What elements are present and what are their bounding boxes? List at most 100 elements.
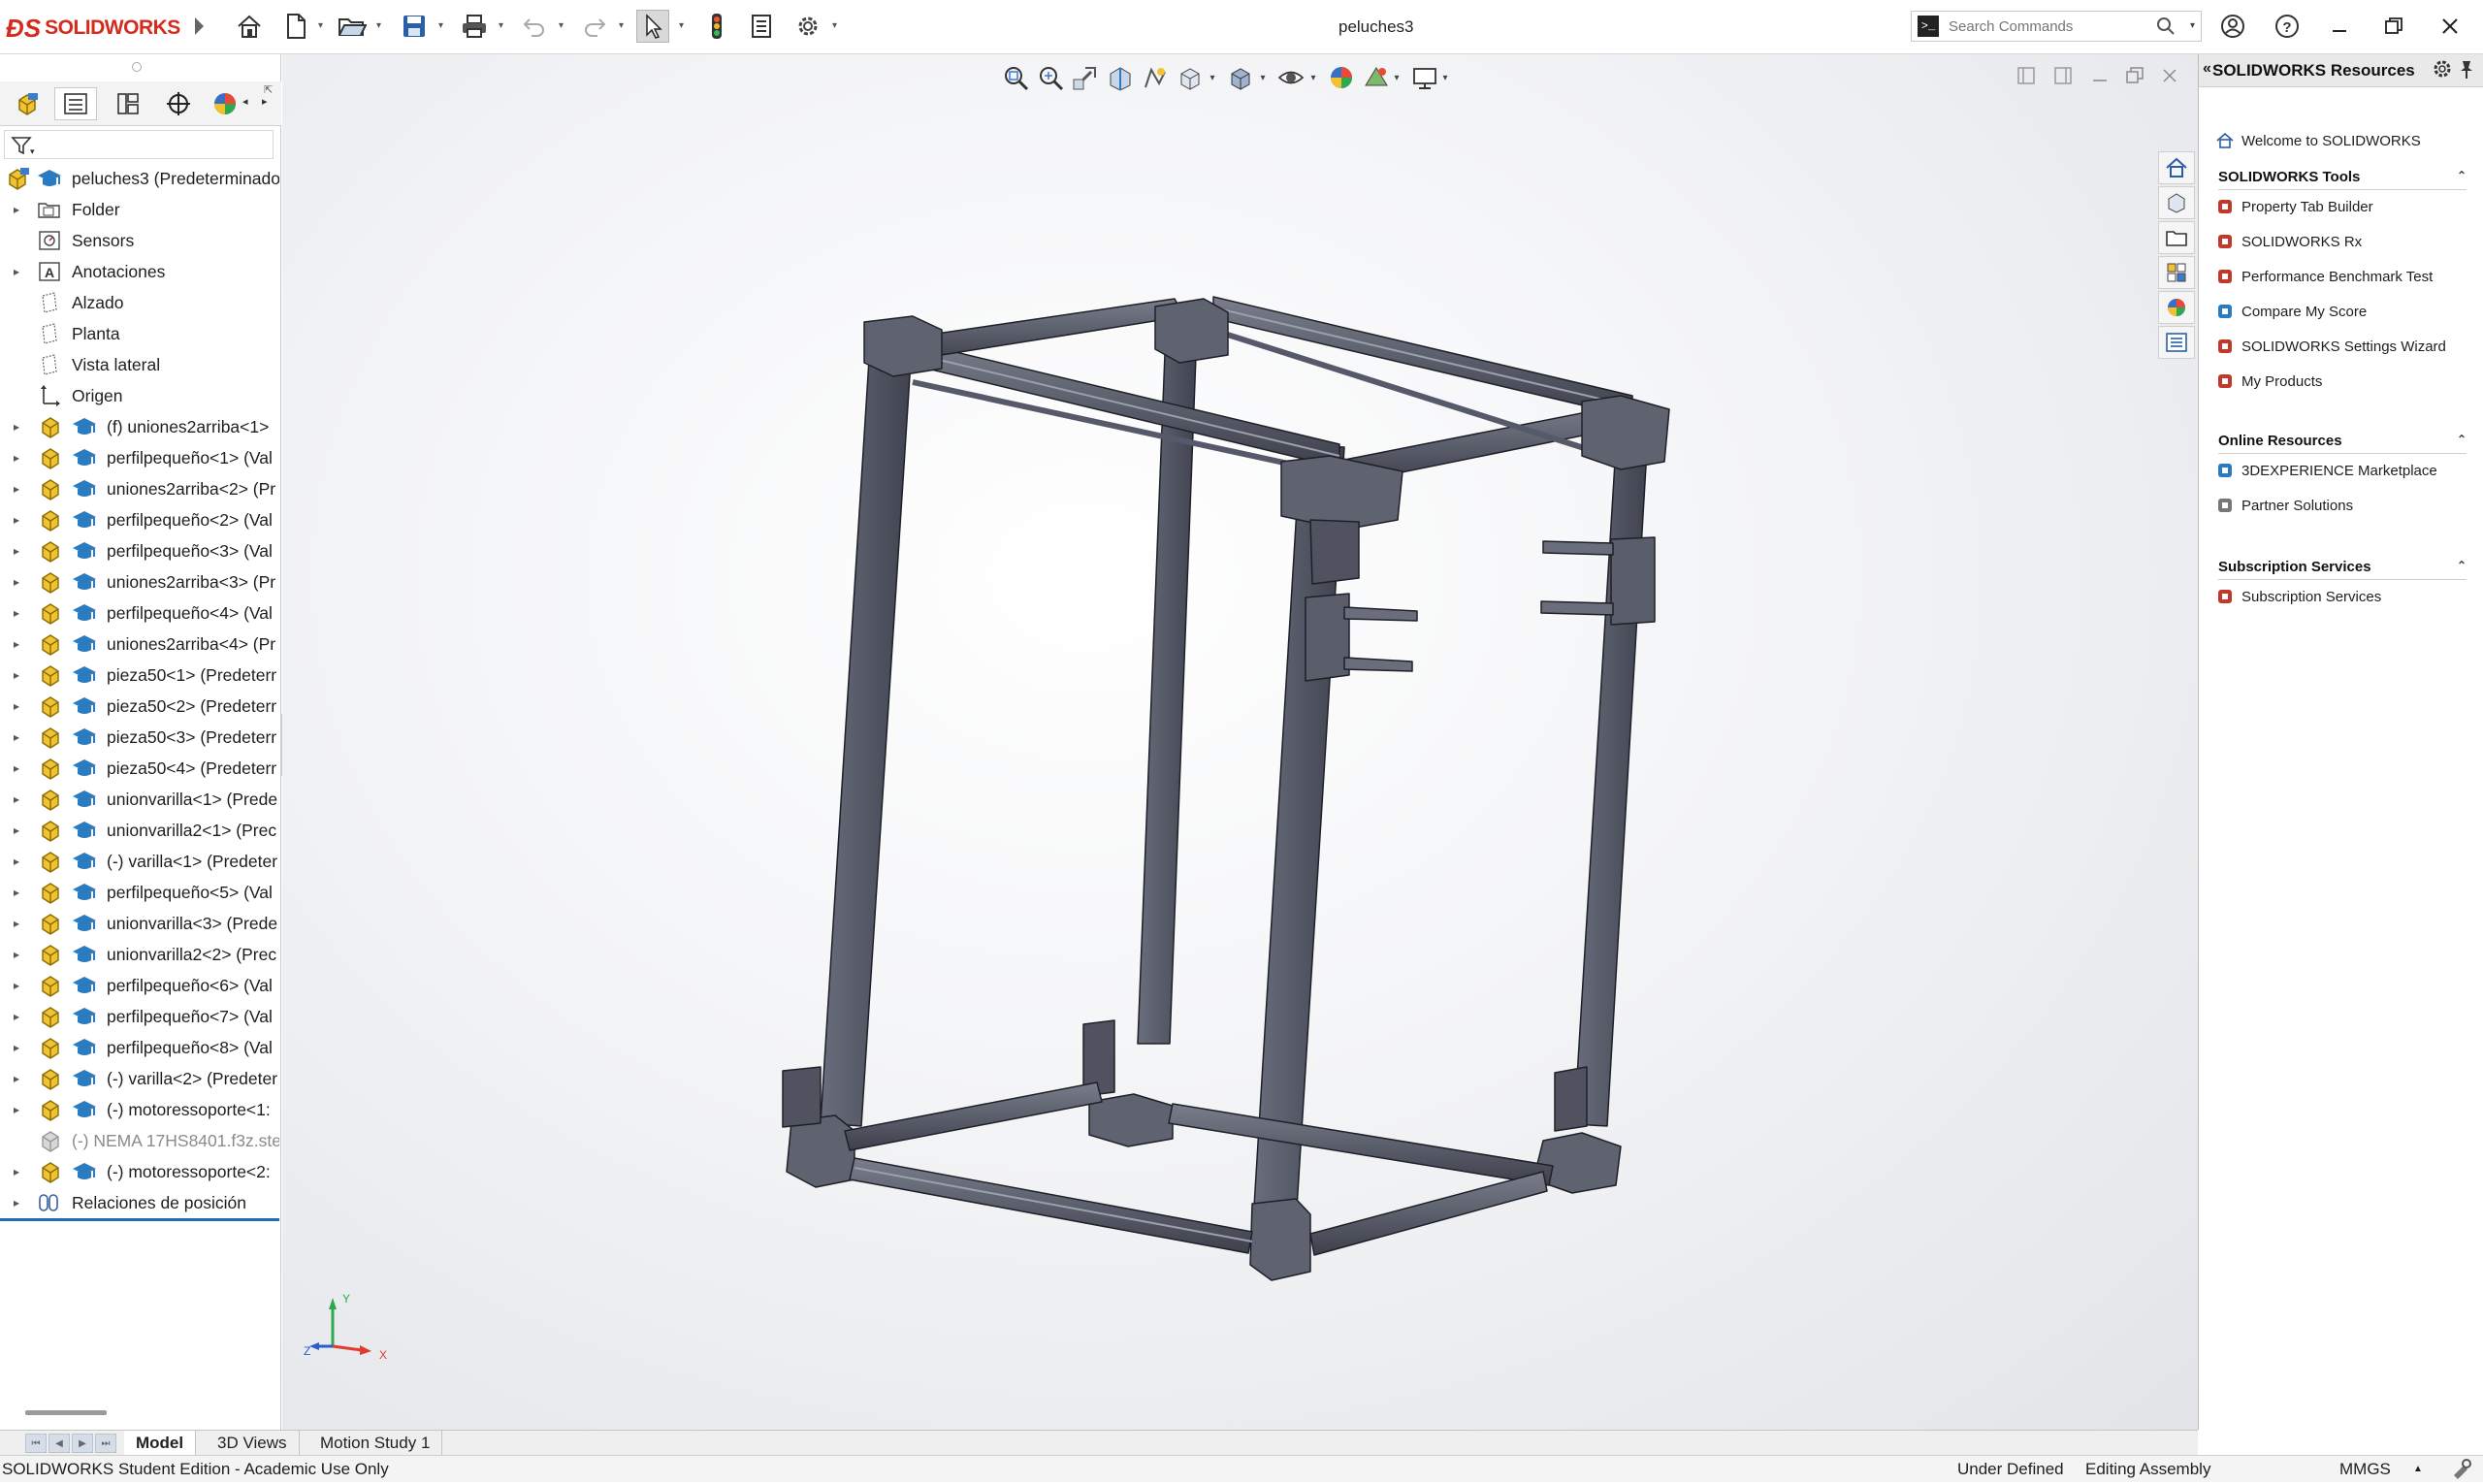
custom-properties-tab-icon[interactable] — [2158, 326, 2195, 359]
property-manager-tab-icon[interactable] — [54, 87, 97, 120]
dimxpert-tab-icon[interactable] — [157, 87, 200, 120]
task-pane-link[interactable]: Compare My Score — [2216, 303, 2367, 320]
tree-item[interactable]: Origen — [0, 380, 279, 411]
print-icon[interactable] — [458, 10, 491, 43]
open-icon[interactable] — [336, 10, 369, 43]
tree-item[interactable]: ▸ uniones2arriba<4> (Pr — [0, 629, 279, 660]
expand-arrow-icon[interactable]: ▸ — [14, 513, 19, 527]
task-pane-link[interactable]: Subscription Services — [2216, 588, 2381, 605]
tabs-expand-icon[interactable]: ⇱ — [264, 83, 273, 96]
expand-arrow-icon[interactable]: ▸ — [14, 855, 19, 868]
tree-item[interactable]: Sensors — [0, 225, 279, 256]
display-manager-tab-icon[interactable] — [208, 87, 242, 120]
file-properties-icon[interactable] — [745, 10, 778, 43]
task-pane-options-icon[interactable] — [2432, 58, 2453, 84]
customize-status-icon[interactable] — [2450, 1458, 2473, 1484]
tree-item[interactable]: ▸ Relaciones de posición — [0, 1187, 279, 1218]
welcome-link[interactable]: Welcome to SOLIDWORKS — [2216, 132, 2421, 149]
appearances-tab-icon[interactable] — [2158, 291, 2195, 324]
expand-arrow-icon[interactable]: ▸ — [14, 792, 19, 806]
tab-model[interactable]: Model — [124, 1431, 197, 1456]
save-dropdown-icon[interactable]: ▾ — [438, 21, 448, 31]
pin-pane-icon[interactable] — [2457, 58, 2476, 84]
tree-item[interactable]: Planta — [0, 318, 279, 349]
redo-icon[interactable] — [578, 10, 611, 43]
tab-3d-views[interactable]: 3D Views — [206, 1431, 300, 1456]
print-dropdown-icon[interactable]: ▾ — [499, 21, 508, 31]
tree-item[interactable]: ▸ A Anotaciones — [0, 256, 279, 287]
units-dropdown-icon[interactable]: ▲ — [2413, 1464, 2423, 1474]
task-pane-link[interactable]: My Products — [2216, 372, 2322, 390]
tree-item[interactable]: Alzado — [0, 287, 279, 318]
tree-item[interactable]: ▸ uniones2arriba<2> (Pr — [0, 473, 279, 504]
design-library-tab-icon[interactable] — [2158, 186, 2195, 219]
expand-arrow-icon[interactable]: ▸ — [14, 730, 19, 744]
expand-menu-icon[interactable] — [182, 10, 215, 43]
tree-item[interactable]: ▸ unionvarilla2<2> (Prec — [0, 939, 279, 970]
expand-arrow-icon[interactable]: ▸ — [14, 637, 19, 651]
view-palette-tab-icon[interactable] — [2158, 256, 2195, 289]
collapse-section-icon[interactable]: ⌃ — [2457, 559, 2467, 572]
tree-item[interactable]: ▸ unionvarilla2<1> (Prec — [0, 815, 279, 846]
tab-motion-study-1[interactable]: Motion Study 1 — [308, 1431, 443, 1456]
panel-grip-icon[interactable] — [132, 62, 142, 72]
rebuild-icon[interactable] — [700, 10, 733, 43]
task-pane-link[interactable]: 3DEXPERIENCE Marketplace — [2216, 462, 2437, 479]
expand-arrow-icon[interactable]: ▸ — [14, 699, 19, 713]
save-icon[interactable] — [398, 10, 431, 43]
assembly-model[interactable] — [282, 54, 2198, 1430]
help-icon[interactable]: ? — [2270, 10, 2305, 43]
search-commands[interactable]: >_ ▾ — [1911, 11, 2202, 42]
graphics-area[interactable]: ▾ ▾ ▾ ▾ ▾ Y X Z — [282, 54, 2198, 1430]
tree-item[interactable]: ▸ perfilpequeño<7> (Val — [0, 1001, 279, 1032]
expand-arrow-icon[interactable]: ▸ — [14, 1010, 19, 1023]
expand-arrow-icon[interactable]: ▸ — [14, 917, 19, 930]
file-explorer-tab-icon[interactable] — [2158, 221, 2195, 254]
close-window-icon[interactable] — [2433, 10, 2467, 43]
expand-arrow-icon[interactable]: ▸ — [14, 1196, 19, 1210]
open-dropdown-icon[interactable]: ▾ — [376, 21, 386, 31]
select-icon[interactable] — [636, 10, 669, 43]
prev-tab-icon[interactable]: ◀ — [48, 1434, 70, 1453]
home-icon[interactable] — [233, 10, 266, 43]
tree-item[interactable]: ▸ (f) uniones2arriba<1> — [0, 411, 279, 442]
expand-arrow-icon[interactable]: ▸ — [14, 606, 19, 620]
search-dropdown-icon[interactable]: ▾ — [2190, 20, 2195, 31]
tree-item[interactable]: ▸ pieza50<3> (Predeterr — [0, 722, 279, 753]
solidworks-logo[interactable]: ƉS SOLIDWORKS — [6, 14, 180, 43]
new-document-icon[interactable] — [279, 10, 312, 43]
last-tab-icon[interactable]: ⏭ — [95, 1434, 116, 1453]
tree-item[interactable]: (-) NEMA 17HS8401.f3z.ste — [0, 1125, 279, 1156]
expand-arrow-icon[interactable]: ▸ — [14, 265, 19, 278]
collapse-section-icon[interactable]: ⌃ — [2457, 433, 2467, 446]
undo-icon[interactable] — [518, 10, 551, 43]
expand-arrow-icon[interactable]: ▸ — [14, 948, 19, 961]
tree-item[interactable]: ▸ pieza50<1> (Predeterr — [0, 660, 279, 691]
search-icon[interactable] — [2156, 16, 2176, 41]
expand-arrow-icon[interactable]: ▸ — [14, 420, 19, 434]
account-icon[interactable] — [2215, 10, 2250, 43]
expand-arrow-icon[interactable]: ▸ — [14, 544, 19, 558]
tree-item[interactable]: ▸ unionvarilla<3> (Prede — [0, 908, 279, 939]
expand-arrow-icon[interactable]: ▸ — [14, 203, 19, 216]
collapse-section-icon[interactable]: ⌃ — [2457, 169, 2467, 182]
tree-item[interactable]: ▸ (-) motoressoporte<1: — [0, 1094, 279, 1125]
expand-arrow-icon[interactable]: ▸ — [14, 668, 19, 682]
next-tab-icon[interactable]: ▶ — [72, 1434, 93, 1453]
tabs-scroll-right-icon[interactable]: ▸ — [262, 95, 268, 108]
tree-item[interactable]: ▸ perfilpequeño<5> (Val — [0, 877, 279, 908]
tree-item[interactable]: ▸ perfilpequeño<3> (Val — [0, 535, 279, 566]
units-selector[interactable]: MMGS — [2339, 1460, 2391, 1479]
expand-arrow-icon[interactable]: ▸ — [14, 451, 19, 465]
expand-arrow-icon[interactable]: ▸ — [14, 886, 19, 899]
tree-item[interactable]: Vista lateral — [0, 349, 279, 380]
tree-item[interactable]: ▸ perfilpequeño<1> (Val — [0, 442, 279, 473]
task-pane-link[interactable]: SOLIDWORKS Settings Wizard — [2216, 338, 2446, 355]
tree-item[interactable]: ▸ unionvarilla<1> (Prede — [0, 784, 279, 815]
tree-item[interactable]: ▸ pieza50<4> (Predeterr — [0, 753, 279, 784]
select-dropdown-icon[interactable]: ▾ — [679, 21, 689, 31]
expand-arrow-icon[interactable]: ▸ — [14, 575, 19, 589]
task-pane-link[interactable]: Partner Solutions — [2216, 497, 2353, 514]
expand-arrow-icon[interactable]: ▸ — [14, 761, 19, 775]
collapse-pane-icon[interactable]: « — [2203, 60, 2211, 78]
